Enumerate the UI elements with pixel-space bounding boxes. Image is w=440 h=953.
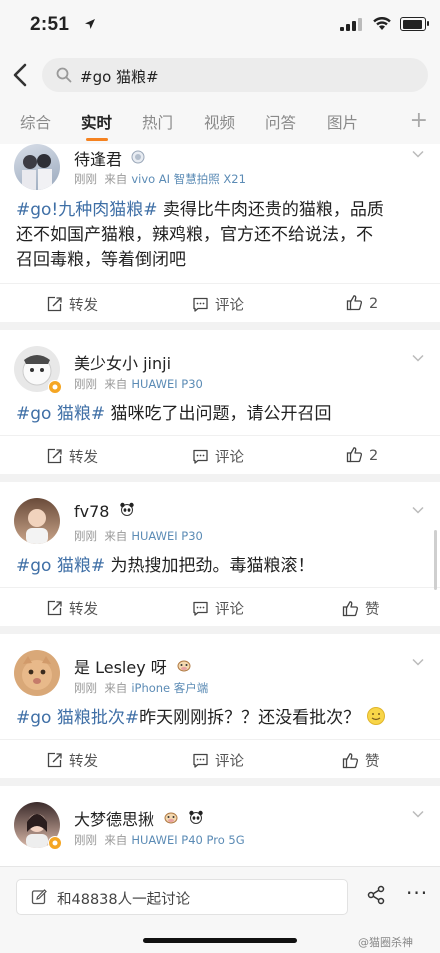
repost-button[interactable]: 转发 [46,598,98,619]
post-meta: 刚刚 来自 HUAWEI P30 [74,377,203,391]
tab-hot[interactable]: 热门 [142,111,173,133]
comment-icon [193,297,208,312]
post-text: #go!九种肉猫粮# 卖得比牛肉还贵的猫粮，品质 还不如国产猫粮，辣鸡粮，官方还… [16,200,384,270]
cow-badge-icon [164,812,178,824]
post-card[interactable]: 美少女小 jinji 刚刚 来自 HUAWEI P30 #go 猫粮# 猫咪吃了出… [0,330,440,474]
search-query: #go 猫粮# [80,68,159,86]
chevron-down-icon[interactable] [412,352,424,364]
add-tab-icon[interactable]: + [410,108,428,133]
repost-icon [47,600,62,616]
comment-icon [193,449,208,464]
post-actions: 转发 评论 2 [0,435,440,476]
thumbs-up-icon [342,601,359,617]
post-text: #go 猫粮# 为热搜加把劲。毒猫粮滚！ [16,556,315,576]
chevron-down-icon[interactable] [412,148,424,160]
home-indicator[interactable] [143,938,297,943]
comment-icon [193,753,208,768]
post-hashtag[interactable]: #go 猫粮# [16,404,105,424]
watermark: @猫圈杀神 [358,936,413,949]
post-card[interactable]: 大梦德思揪 刚刚 来自 HUAWEI P40 Pro 5G [0,786,440,866]
post-author[interactable]: 是 Lesley 呀 [74,654,192,678]
post-actions: 转发 评论 2 [0,283,440,324]
share-icon[interactable] [366,885,386,905]
like-button[interactable]: 赞 [342,750,380,771]
comment-button[interactable]: 评论 [192,446,244,467]
repost-icon [47,448,62,464]
repost-icon [47,296,62,312]
search-icon [56,67,72,83]
panda-badge-icon [189,810,203,824]
post-actions: 转发 评论 赞 [0,587,440,628]
tab-realtime[interactable]: 实时 [81,111,112,133]
wifi-icon [373,17,391,30]
comment-button[interactable]: 评论 [192,294,244,315]
post-meta: 刚刚 来自 vivo AI 智慧拍照 X21 [74,172,246,186]
battery-icon [400,17,429,31]
chevron-down-icon[interactable] [412,504,424,516]
search-header: #go 猫粮# [0,50,440,98]
status-time: 2:51 [30,14,70,35]
post-text: #go 猫粮批次#昨天刚刚拆？？还没看批次？ [16,706,426,731]
post-text: #go 猫粮# 猫咪吃了出问题，请公开召回 [16,404,332,424]
post-author[interactable]: fv78 [74,502,135,521]
verified-badge-icon [48,380,62,394]
like-button[interactable]: 2 [346,294,378,312]
active-tab-indicator [86,138,108,141]
tab-qa[interactable]: 问答 [265,111,296,133]
more-options-icon[interactable]: ··· [406,881,428,905]
post-meta: 刚刚 来自 HUAWEI P40 Pro 5G [74,833,245,847]
emoji-icon [366,707,385,725]
post-author[interactable]: 待逢君 [74,146,145,170]
discuss-input[interactable]: 和48838人一起讨论 [16,879,348,915]
post-card[interactable]: 待逢君 刚刚 来自 vivo AI 智慧拍照 X21 #go!九种肉猫粮# 卖得比… [0,144,440,322]
tab-bar: 综合 实时 热门 视频 问答 图片 + [0,98,440,145]
avatar[interactable] [14,650,60,696]
thumbs-up-icon [342,753,359,769]
panda-badge-icon [119,502,134,516]
post-hashtag[interactable]: #go 猫粮# [16,556,105,576]
comment-button[interactable]: 评论 [192,598,244,619]
search-input[interactable]: #go 猫粮# [42,58,428,92]
cellular-signal-icon [340,18,362,31]
comment-icon [193,601,208,616]
avatar[interactable] [14,498,60,544]
back-arrow-icon[interactable] [10,62,32,88]
chevron-down-icon[interactable] [412,656,424,668]
post-actions: 转发 评论 赞 [0,739,440,780]
cow-badge-icon [177,660,191,672]
chevron-down-icon[interactable] [412,808,424,820]
medal-badge-icon [131,150,145,164]
post-author[interactable]: 美少女小 jinji [74,350,171,374]
repost-button[interactable]: 转发 [46,446,98,467]
status-bar: 2:51 [0,0,440,50]
tab-video[interactable]: 视频 [204,111,235,133]
post-card[interactable]: fv78 刚刚 来自 HUAWEI P30 #go 猫粮# 为热搜加把劲。毒猫粮滚… [0,482,440,626]
scrollbar[interactable] [434,530,437,590]
comment-button[interactable]: 评论 [192,750,244,771]
verified-badge-icon [48,836,62,850]
like-button[interactable]: 2 [346,446,378,464]
post-card[interactable]: 是 Lesley 呀 刚刚 来自 iPhone 客户端 #go 猫粮批次#昨天刚刚… [0,634,440,778]
avatar[interactable] [14,144,60,190]
discuss-label: 和48838人一起讨论 [57,892,191,908]
repost-button[interactable]: 转发 [46,750,98,771]
post-meta: 刚刚 来自 iPhone 客户端 [74,681,209,695]
post-author[interactable]: 大梦德思揪 [74,806,204,830]
repost-icon [47,752,62,768]
like-button[interactable]: 赞 [342,598,380,619]
edit-icon [31,889,47,905]
tab-images[interactable]: 图片 [327,111,358,133]
thumbs-up-icon [346,447,363,463]
post-meta: 刚刚 来自 HUAWEI P30 [74,529,203,543]
post-hashtag[interactable]: #go 猫粮批次# [16,708,139,728]
tab-comprehensive[interactable]: 综合 [20,111,51,133]
repost-button[interactable]: 转发 [46,294,98,315]
location-arrow-icon [85,19,95,29]
thumbs-up-icon [346,295,363,311]
post-hashtag[interactable]: #go!九种肉猫粮# [16,200,158,220]
